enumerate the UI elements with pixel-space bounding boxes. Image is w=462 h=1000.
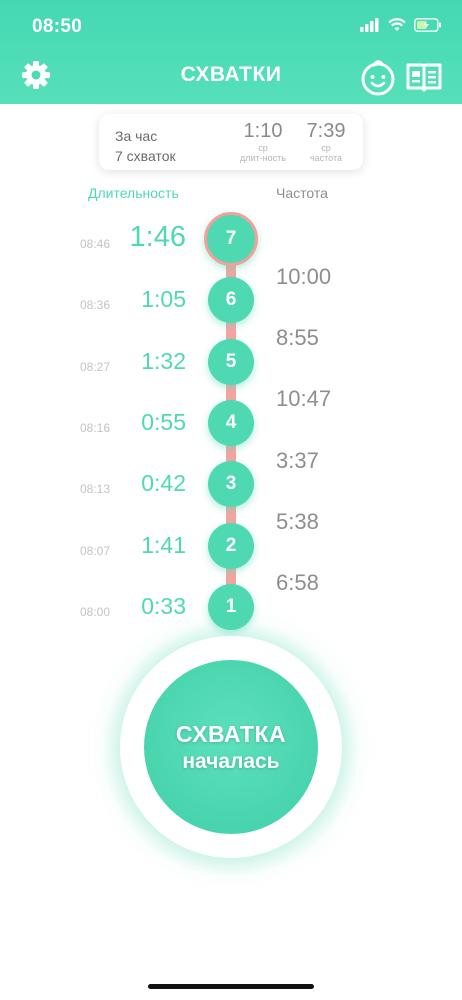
contraction-start-time: 08:46 — [80, 237, 111, 251]
contraction-node[interactable]: 2 — [208, 522, 254, 569]
status-icons — [360, 18, 442, 32]
contraction-started-button[interactable]: СХВАТКА началась — [144, 660, 318, 834]
baby-face-icon — [361, 60, 395, 96]
interval-value: 5:38 — [276, 508, 319, 534]
avg-duration-sub1: ср — [258, 143, 268, 153]
contraction-duration: 0:33 — [141, 592, 186, 619]
contraction-start-time: 08:07 — [80, 543, 111, 558]
avg-frequency: 7:39 ср частота — [299, 120, 353, 163]
contraction-node[interactable]: 3 — [208, 461, 254, 508]
wifi-icon — [388, 18, 406, 31]
contraction-start-time: 08:13 — [80, 482, 111, 497]
duration-column-label: Длительность — [88, 185, 179, 201]
interval-value: 8:55 — [276, 324, 319, 350]
button-label-line2: началась — [182, 749, 280, 773]
status-time: 08:50 — [32, 16, 83, 37]
avg-frequency-sub1: ср — [321, 143, 331, 153]
button-label-line1: СХВАТКА — [175, 720, 287, 747]
app-header: 08:50 СХВАТКИ — [0, 0, 462, 104]
contraction-start-time: 08:00 — [80, 604, 111, 619]
contraction-start-time: 08:16 — [80, 420, 111, 435]
avg-duration-value: 1:10 — [243, 120, 283, 142]
baby-button[interactable] — [359, 58, 397, 101]
interval-value: 10:47 — [276, 386, 332, 412]
contraction-duration: 1:32 — [141, 347, 186, 374]
avg-frequency-sub2: частота — [309, 153, 343, 163]
contraction-node[interactable]: 7 — [204, 212, 258, 266]
battery-icon — [414, 18, 441, 32]
summary-left: За час 7 схваток — [115, 126, 176, 166]
interval-value: 6:58 — [276, 570, 319, 596]
contraction-duration: 1:05 — [141, 286, 186, 313]
contraction-node[interactable]: 5 — [208, 338, 254, 385]
signal-icon — [360, 18, 379, 32]
summary-card: За час 7 схваток 1:10 ср длит-ность 7:39… — [99, 114, 363, 170]
interval-value: 3:37 — [276, 447, 319, 473]
interval-value: 10:00 — [276, 263, 332, 289]
book-icon — [406, 63, 442, 92]
avg-duration: 1:10 ср длит-ность — [229, 120, 297, 163]
contraction-duration: 0:42 — [141, 470, 186, 497]
contraction-start-time: 08:27 — [80, 359, 111, 374]
contraction-duration: 1:46 — [129, 221, 186, 253]
summary-period: За час — [115, 128, 158, 144]
contraction-duration: 0:55 — [141, 408, 186, 435]
summary-count: 7 схваток — [115, 148, 176, 164]
avg-frequency-value: 7:39 — [306, 120, 346, 142]
contraction-node[interactable]: 6 — [208, 277, 254, 324]
guide-button[interactable] — [406, 62, 442, 97]
contraction-duration: 1:41 — [141, 531, 186, 558]
frequency-column-label: Частота — [276, 185, 328, 201]
avg-duration-sub2: длит-ность — [240, 153, 286, 163]
contraction-node[interactable]: 4 — [208, 399, 254, 446]
home-indicator[interactable] — [148, 984, 314, 989]
contraction-start-time: 08:36 — [80, 298, 111, 313]
